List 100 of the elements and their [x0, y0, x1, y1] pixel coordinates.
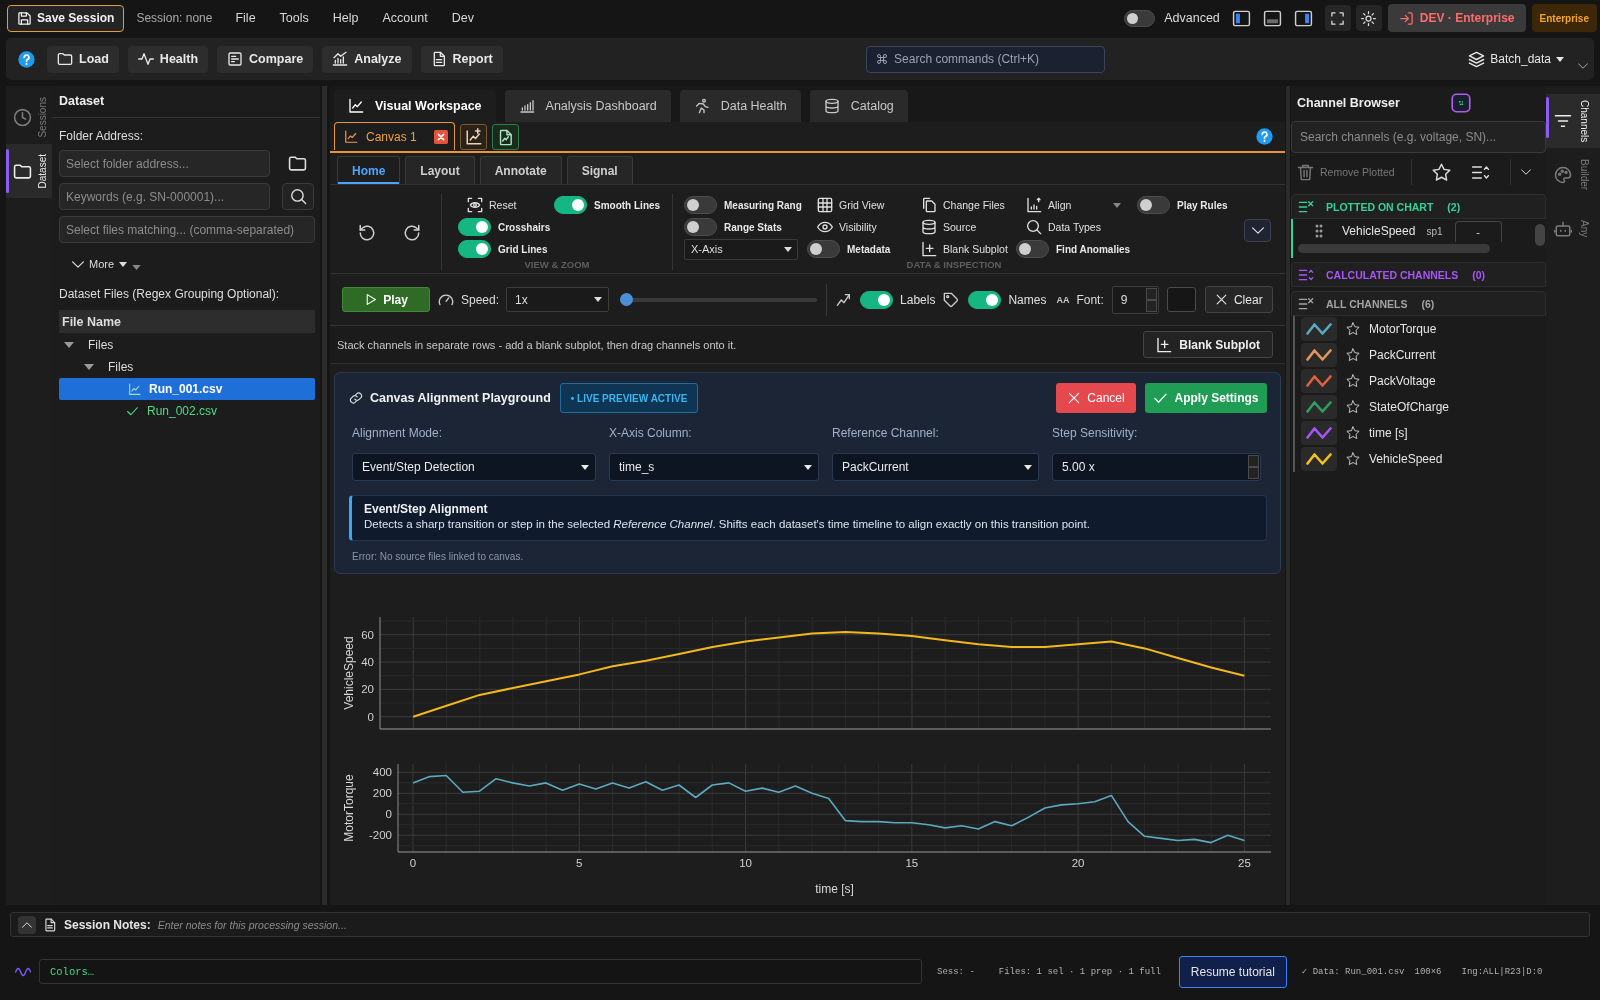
align-button[interactable]: Align: [1016, 197, 1072, 213]
toolbar-button[interactable]: Report: [420, 45, 503, 73]
reset-button[interactable]: Reset: [458, 197, 554, 213]
section-header[interactable]: ALL CHANNELS (6): [1291, 291, 1546, 316]
star-icon[interactable]: [1346, 400, 1360, 414]
toggle-switch[interactable]: [458, 240, 491, 258]
folder-icon[interactable]: [288, 154, 307, 173]
toggle-switch[interactable]: [968, 290, 1002, 309]
theme-button[interactable]: [1355, 5, 1382, 31]
caret-icon[interactable]: [64, 340, 74, 350]
slider-thumb[interactable]: [620, 292, 634, 306]
environment-button[interactable]: DEV · Enterprise: [1387, 4, 1526, 32]
tree-item[interactable]: Run_002.csv: [59, 400, 315, 422]
data-types-button[interactable]: Data Types: [1016, 219, 1137, 235]
toggle-switch[interactable]: [1137, 196, 1170, 214]
menu-item[interactable]: Dev: [439, 11, 486, 25]
workspace-tab[interactable]: Data Health: [679, 90, 801, 122]
scrollbar[interactable]: [1535, 224, 1545, 246]
cancel-button[interactable]: Cancel: [1056, 383, 1136, 413]
redo-icon[interactable]: [403, 224, 421, 242]
toolbar-button[interactable]: Health: [127, 45, 209, 73]
search-button[interactable]: [282, 183, 314, 210]
toolbar-button[interactable]: Analyze: [322, 45, 412, 73]
workspace-tab[interactable]: Analysis Dashboard: [504, 90, 671, 122]
toggle-switch[interactable]: [554, 196, 587, 214]
close-icon[interactable]: [434, 129, 448, 144]
batch-dropdown[interactable]: Batch_data: [1468, 50, 1564, 68]
command-search-field[interactable]: Search commands (Ctrl+K): [866, 45, 1106, 73]
keywords-field[interactable]: Keywords (e.g. SN-000001)...: [59, 183, 270, 210]
help-icon[interactable]: [1256, 127, 1273, 145]
menu-item[interactable]: File: [223, 11, 268, 25]
toggle-switch[interactable]: [860, 290, 894, 309]
dots-tile-icon[interactable]: [1451, 93, 1471, 113]
file-filter-field[interactable]: Select files matching... (comma-separated): [59, 216, 315, 243]
channel-name[interactable]: MotorTorque: [1369, 322, 1437, 336]
notes-field[interactable]: Enter notes for this processing session...: [157, 918, 1589, 931]
expand-ribbon-button[interactable]: [1244, 219, 1271, 242]
collapse-button[interactable]: [18, 915, 36, 934]
workspace-tab[interactable]: Visual Workspace: [334, 90, 496, 122]
right-panel-icon[interactable]: [1293, 8, 1313, 28]
channel-name[interactable]: StateOfCharge: [1369, 400, 1450, 414]
star-icon[interactable]: [1346, 322, 1360, 336]
clear-button[interactable]: Clear: [1204, 286, 1273, 313]
dropdown[interactable]: PackCurrent: [832, 453, 1039, 481]
star-icon[interactable]: [1346, 452, 1360, 466]
resume-tutorial-button[interactable]: Resume tutorial: [1178, 955, 1287, 988]
menu-item[interactable]: Account: [370, 11, 440, 25]
save-session-button[interactable]: Save Session: [7, 4, 125, 32]
channel-name[interactable]: PackVoltage: [1369, 374, 1436, 388]
help-icon[interactable]: [18, 50, 35, 68]
column-header[interactable]: File Name: [59, 310, 315, 333]
toggle-switch[interactable]: [684, 196, 717, 214]
blank-subplot-button[interactable]: Blank Subplot: [1143, 331, 1273, 358]
sidebar-tab[interactable]: Any: [1546, 202, 1600, 256]
toggle-switch[interactable]: [1016, 240, 1049, 258]
channel-name[interactable]: PackCurrent: [1369, 348, 1436, 362]
ribbon-tab[interactable]: Signal: [566, 156, 633, 184]
star-icon[interactable]: [1346, 426, 1360, 440]
menu-item[interactable]: Tools: [267, 11, 321, 25]
sidebar-tab[interactable]: Dataset: [6, 144, 52, 198]
star-icon[interactable]: [1346, 348, 1360, 362]
undo-icon[interactable]: [358, 224, 376, 242]
color-picker[interactable]: [1166, 287, 1196, 312]
menu-item[interactable]: Help: [320, 11, 371, 25]
add-chart-button[interactable]: [460, 124, 487, 150]
channel-search-field[interactable]: Search channels (e.g. voltage, SN)...: [1291, 121, 1546, 153]
toggle-switch[interactable]: [458, 218, 491, 236]
command-field[interactable]: Colors…: [39, 959, 922, 984]
sidebar-tab[interactable]: Sessions: [6, 90, 52, 144]
more-button[interactable]: More: [72, 257, 128, 271]
star-icon[interactable]: [1431, 162, 1451, 182]
source-button[interactable]: Source: [912, 219, 1016, 235]
visibility-button[interactable]: Visibility: [807, 219, 912, 235]
blank-subplot-button[interactable]: Blank Subplot: [912, 241, 1016, 257]
tree-item[interactable]: Files: [59, 356, 315, 378]
change-files-button[interactable]: Change Files: [912, 197, 1016, 213]
toggle-switch[interactable]: [807, 240, 840, 258]
ribbon-tab[interactable]: Annotate: [479, 156, 562, 184]
x-axis-dropdown[interactable]: X-Axis: [684, 238, 798, 260]
left-panel-icon[interactable]: [1231, 8, 1251, 28]
font-size-field[interactable]: 9: [1111, 285, 1159, 314]
session-notes-bar[interactable]: Session Notes: Enter notes for this processing session...: [10, 912, 1590, 937]
dropdown[interactable]: Event/Step Detection: [352, 453, 596, 481]
sidebar-tab[interactable]: Channels: [1546, 94, 1600, 148]
caret-icon[interactable]: [84, 362, 94, 372]
star-icon[interactable]: [1346, 374, 1360, 388]
play-button[interactable]: Play: [342, 287, 430, 312]
grid-view-button[interactable]: Grid View: [807, 197, 912, 213]
ribbon-tab[interactable]: Home: [337, 156, 401, 184]
speed-dropdown[interactable]: 1x: [506, 287, 610, 312]
section-header[interactable]: PLOTTED ON CHART (2): [1291, 194, 1546, 219]
channel-name[interactable]: VehicleSpeed: [1369, 452, 1443, 466]
number-field[interactable]: 5.00 x: [1052, 453, 1261, 481]
dropdown[interactable]: time_s: [609, 453, 819, 481]
fullscreen-button[interactable]: [1324, 5, 1351, 31]
canvas-tab[interactable]: Canvas 1: [334, 122, 455, 150]
tree-item[interactable]: Run_001.csv: [59, 378, 315, 400]
bottom-panel-icon[interactable]: [1262, 8, 1282, 28]
toolbar-button[interactable]: Load: [47, 45, 119, 73]
drag-handle-icon[interactable]: [1315, 224, 1323, 238]
